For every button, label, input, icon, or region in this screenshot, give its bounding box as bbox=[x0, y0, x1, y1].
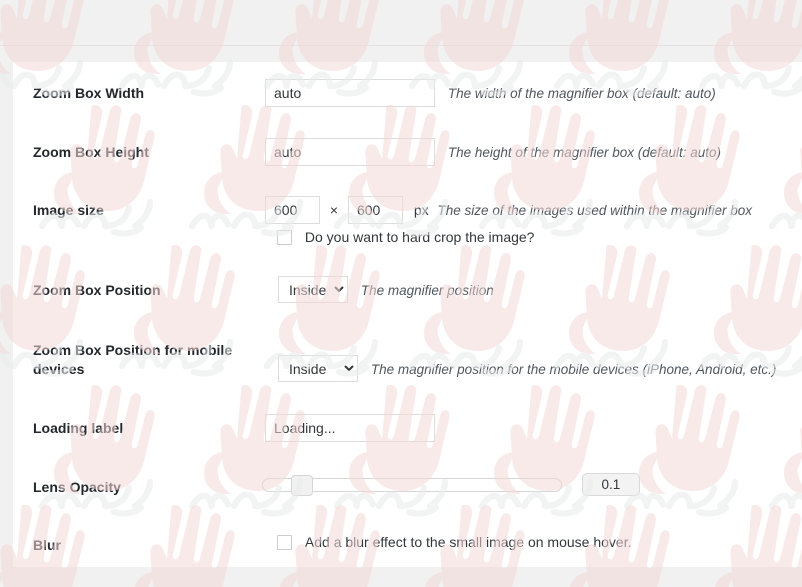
label-loading-label: Loading label bbox=[33, 420, 124, 436]
lens-opacity-slider-handle[interactable] bbox=[291, 474, 313, 496]
zoom-box-position-mobile-description: The magnifier position for the mobile de… bbox=[370, 361, 777, 377]
loading-label-input[interactable] bbox=[265, 414, 435, 442]
field-zoom-box-height: The height of the magnifier box (default… bbox=[265, 138, 721, 166]
hard-crop-checkbox[interactable] bbox=[277, 230, 292, 245]
label-lens-opacity: Lens Opacity bbox=[33, 479, 121, 495]
label-zoom-box-width: Zoom Box Width bbox=[33, 85, 145, 101]
zoom-box-height-description: The height of the magnifier box (default… bbox=[447, 145, 722, 160]
label-zoom-box-position-mobile: Zoom Box Position for mobile devices bbox=[33, 342, 233, 377]
label-image-size: Image size bbox=[33, 202, 104, 218]
image-size-separator: × bbox=[329, 202, 339, 218]
settings-panel: Zoom Box Width The width of the magnifie… bbox=[13, 62, 802, 567]
field-zoom-box-position-mobile: Inside The magnifier position for the mo… bbox=[278, 355, 776, 382]
field-lens-opacity: 0.1 bbox=[262, 473, 640, 496]
lens-opacity-slider[interactable] bbox=[262, 474, 562, 496]
image-size-unit: px bbox=[413, 202, 429, 218]
page-header bbox=[0, 0, 802, 46]
field-blur: Add a blur effect to the small image on … bbox=[277, 534, 631, 550]
footer-strip bbox=[0, 567, 802, 587]
hard-crop-label: Do you want to hard crop the image? bbox=[304, 229, 535, 245]
image-size-description: The size of the images used within the m… bbox=[437, 203, 752, 218]
label-zoom-box-position: Zoom Box Position bbox=[33, 282, 161, 298]
zoom-box-width-description: The width of the magnifier box (default:… bbox=[447, 86, 716, 101]
blur-checkbox[interactable] bbox=[277, 535, 292, 550]
zoom-box-height-input[interactable] bbox=[265, 138, 435, 166]
image-size-width-input[interactable] bbox=[265, 196, 320, 224]
field-zoom-box-width: The width of the magnifier box (default:… bbox=[265, 79, 716, 107]
field-zoom-box-position: Inside The magnifier position bbox=[278, 276, 494, 303]
field-hard-crop: Do you want to hard crop the image? bbox=[277, 229, 534, 245]
zoom-box-position-select[interactable]: Inside bbox=[278, 276, 348, 303]
lens-opacity-value[interactable]: 0.1 bbox=[581, 473, 640, 496]
blur-checkbox-label: Add a blur effect to the small image on … bbox=[304, 534, 632, 550]
label-blur: Blur bbox=[33, 537, 61, 553]
label-zoom-box-height: Zoom Box Height bbox=[33, 144, 149, 160]
field-loading-label bbox=[265, 414, 435, 442]
image-size-height-input[interactable] bbox=[347, 196, 403, 224]
field-image-size: × px The size of the images used within … bbox=[265, 196, 752, 224]
zoom-box-position-mobile-select[interactable]: Inside bbox=[278, 355, 358, 382]
zoom-box-width-input[interactable] bbox=[265, 79, 435, 107]
zoom-box-position-description: The magnifier position bbox=[360, 282, 494, 298]
